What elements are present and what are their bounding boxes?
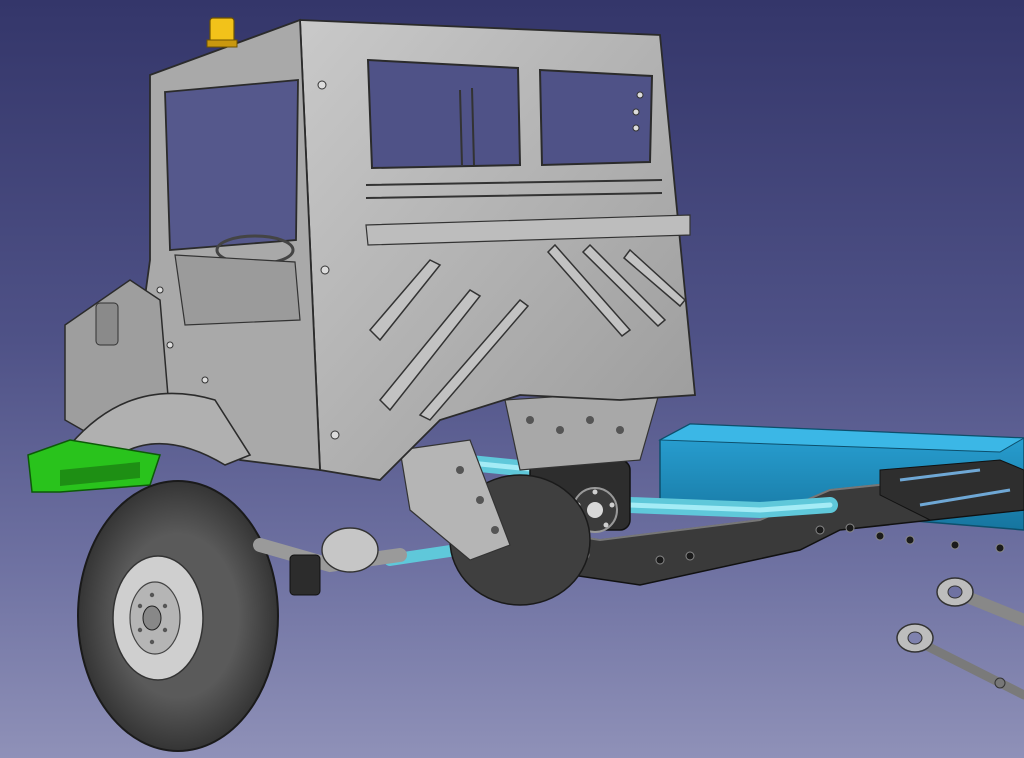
front-axle[interactable] [253, 527, 407, 596]
3d-cad-viewport[interactable] [0, 0, 1024, 758]
truck-chassis-model[interactable] [0, 0, 1024, 758]
tie-rod-end[interactable] [896, 577, 1024, 700]
front-bumper-bracket[interactable] [27, 439, 161, 493]
beacon-light[interactable] [206, 17, 238, 48]
front-tire[interactable] [77, 480, 279, 752]
